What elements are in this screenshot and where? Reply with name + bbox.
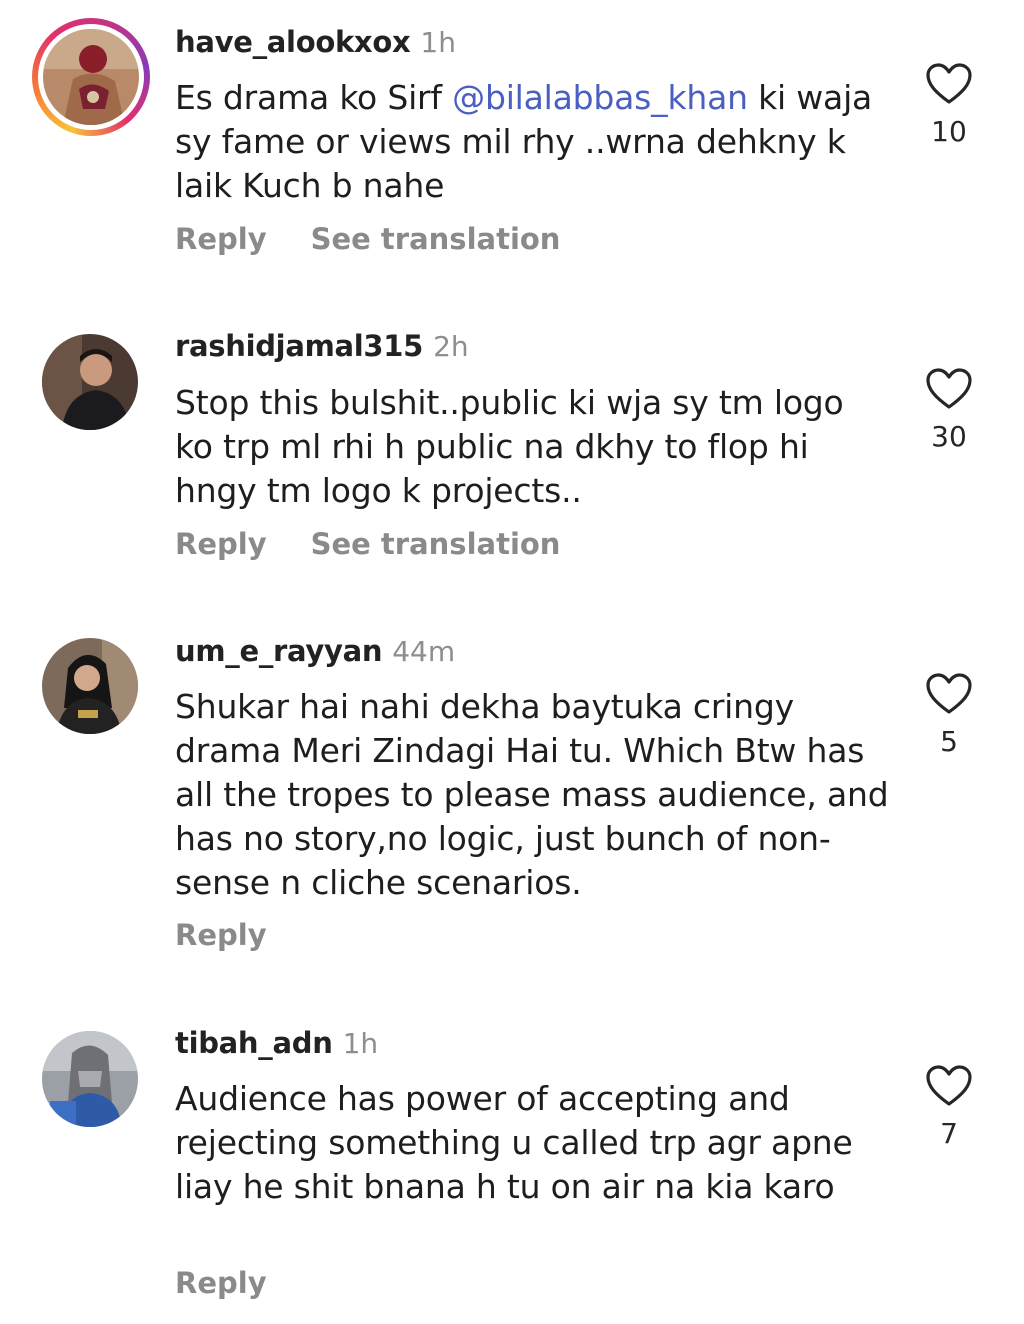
reply-button[interactable]: Reply bbox=[175, 1263, 267, 1303]
like-control: 7 bbox=[920, 1064, 978, 1152]
comment-actions: Reply See translation bbox=[175, 524, 560, 564]
heart-outline-icon[interactable] bbox=[925, 62, 973, 106]
username[interactable]: rashidjamal315 bbox=[175, 329, 423, 363]
comment-meta: rashidjamal315 2h bbox=[175, 326, 469, 366]
avatar-image bbox=[42, 1031, 138, 1127]
like-count: 5 bbox=[940, 725, 958, 758]
comment-text: Shukar hai nahi dekha baytuka cringy dra… bbox=[175, 687, 889, 902]
avatar bbox=[43, 29, 139, 125]
comment-text: Es drama ko Sirf @bilalabbas_khan ki waj… bbox=[175, 76, 890, 208]
avatar-image bbox=[43, 29, 139, 125]
like-count: 7 bbox=[940, 1117, 958, 1150]
heart-outline-icon[interactable] bbox=[925, 672, 973, 716]
reply-button[interactable]: Reply bbox=[175, 524, 267, 564]
comment-meta: tibah_adn 1h bbox=[175, 1023, 378, 1063]
see-translation-button[interactable]: See translation bbox=[311, 219, 561, 259]
comment-text: Stop this bulshit..public ki wja sy tm l… bbox=[175, 383, 844, 510]
reply-button[interactable]: Reply bbox=[175, 219, 267, 259]
avatar[interactable] bbox=[42, 334, 138, 430]
heart-outline-icon[interactable] bbox=[925, 367, 973, 411]
comment-text-part: Es drama ko Sirf bbox=[175, 78, 453, 117]
see-translation-button[interactable]: See translation bbox=[311, 524, 561, 564]
timestamp: 44m bbox=[392, 635, 456, 668]
timestamp: 2h bbox=[433, 330, 469, 363]
like-control: 10 bbox=[920, 62, 978, 150]
avatar-story-ring[interactable] bbox=[32, 18, 150, 136]
like-count: 10 bbox=[931, 115, 967, 148]
reply-button[interactable]: Reply bbox=[175, 915, 267, 955]
comment-actions: Reply See translation bbox=[175, 219, 560, 259]
comment-actions: Reply bbox=[175, 915, 267, 955]
avatar-image bbox=[42, 334, 138, 430]
comment-actions: Reply bbox=[175, 1263, 267, 1303]
username[interactable]: tibah_adn bbox=[175, 1026, 333, 1060]
timestamp: 1h bbox=[342, 1027, 379, 1060]
avatar[interactable] bbox=[42, 1031, 138, 1127]
timestamp: 1h bbox=[420, 26, 456, 59]
avatar[interactable] bbox=[42, 638, 138, 734]
like-control: 30 bbox=[920, 367, 978, 455]
heart-outline-icon[interactable] bbox=[925, 1064, 973, 1108]
like-count: 30 bbox=[931, 420, 967, 453]
like-control: 5 bbox=[920, 672, 978, 760]
mention-link[interactable]: @bilalabbas_khan bbox=[452, 78, 748, 117]
avatar-image bbox=[42, 638, 138, 734]
comment-meta: have_alookxox 1h bbox=[175, 22, 456, 62]
username[interactable]: have_alookxox bbox=[175, 25, 411, 59]
username[interactable]: um_e_rayyan bbox=[175, 634, 383, 668]
comment-text: Audience has power of accepting and reje… bbox=[175, 1079, 853, 1206]
comment-meta: um_e_rayyan 44m bbox=[175, 631, 455, 671]
